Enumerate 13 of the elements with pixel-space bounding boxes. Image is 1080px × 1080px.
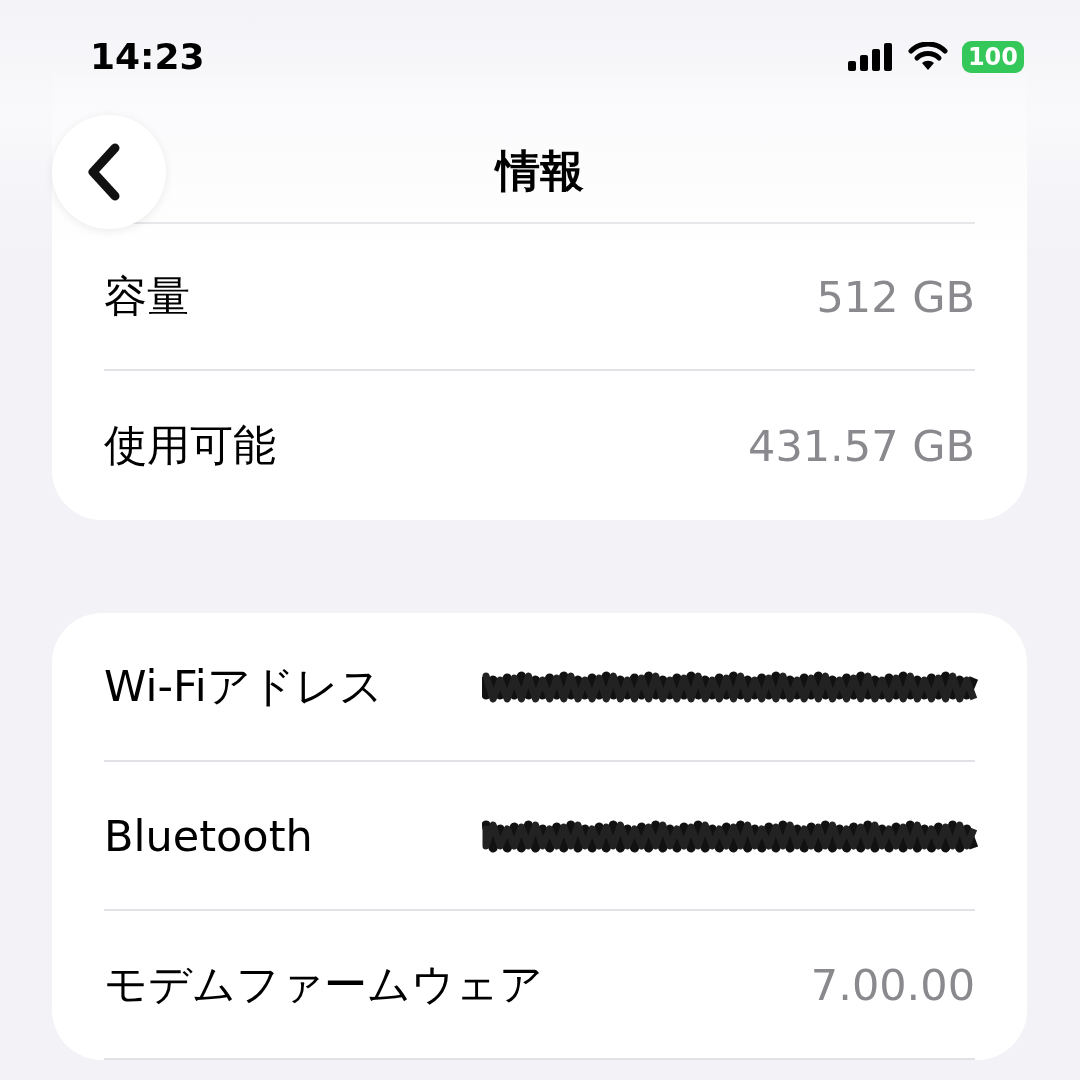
row-label: 使用可能 xyxy=(104,418,276,472)
row-value: 431.57 GB xyxy=(748,420,975,471)
row-label: Wi-Fiアドレス xyxy=(104,659,383,713)
battery-indicator: 100 xyxy=(961,40,1024,73)
row-label: モデムファームウェア xyxy=(104,957,543,1011)
row-value: 7.00.00 xyxy=(810,959,975,1010)
row-value: 512 GB xyxy=(816,271,975,322)
wifi-icon xyxy=(907,41,948,72)
nav-title: 情報 xyxy=(493,144,585,198)
status-time: 14:23 xyxy=(90,36,205,77)
row-label: 容量 xyxy=(104,269,190,323)
signal-icon xyxy=(847,42,894,71)
row-label: Bluetooth xyxy=(104,810,313,861)
